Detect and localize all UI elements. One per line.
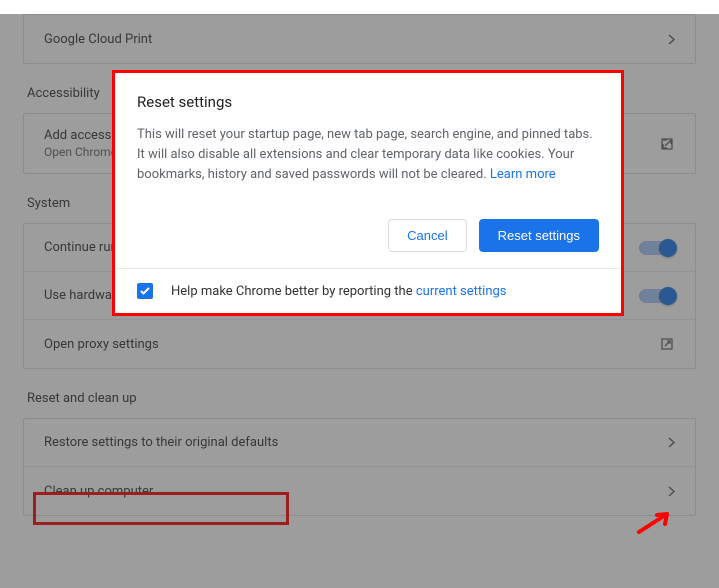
learn-more-link[interactable]: Learn more xyxy=(490,167,556,182)
cancel-button[interactable]: Cancel xyxy=(388,219,466,252)
dialog-footer-text: Help make Chrome better by reporting the… xyxy=(171,284,507,299)
dialog-description: This will reset your startup page, new t… xyxy=(137,125,599,185)
reset-settings-button[interactable]: Reset settings xyxy=(479,219,599,252)
current-settings-link[interactable]: current settings xyxy=(416,284,507,299)
reset-settings-dialog: Reset settings This will reset your star… xyxy=(112,70,624,316)
dialog-title: Reset settings xyxy=(137,93,599,111)
feedback-checkbox[interactable] xyxy=(137,283,153,299)
